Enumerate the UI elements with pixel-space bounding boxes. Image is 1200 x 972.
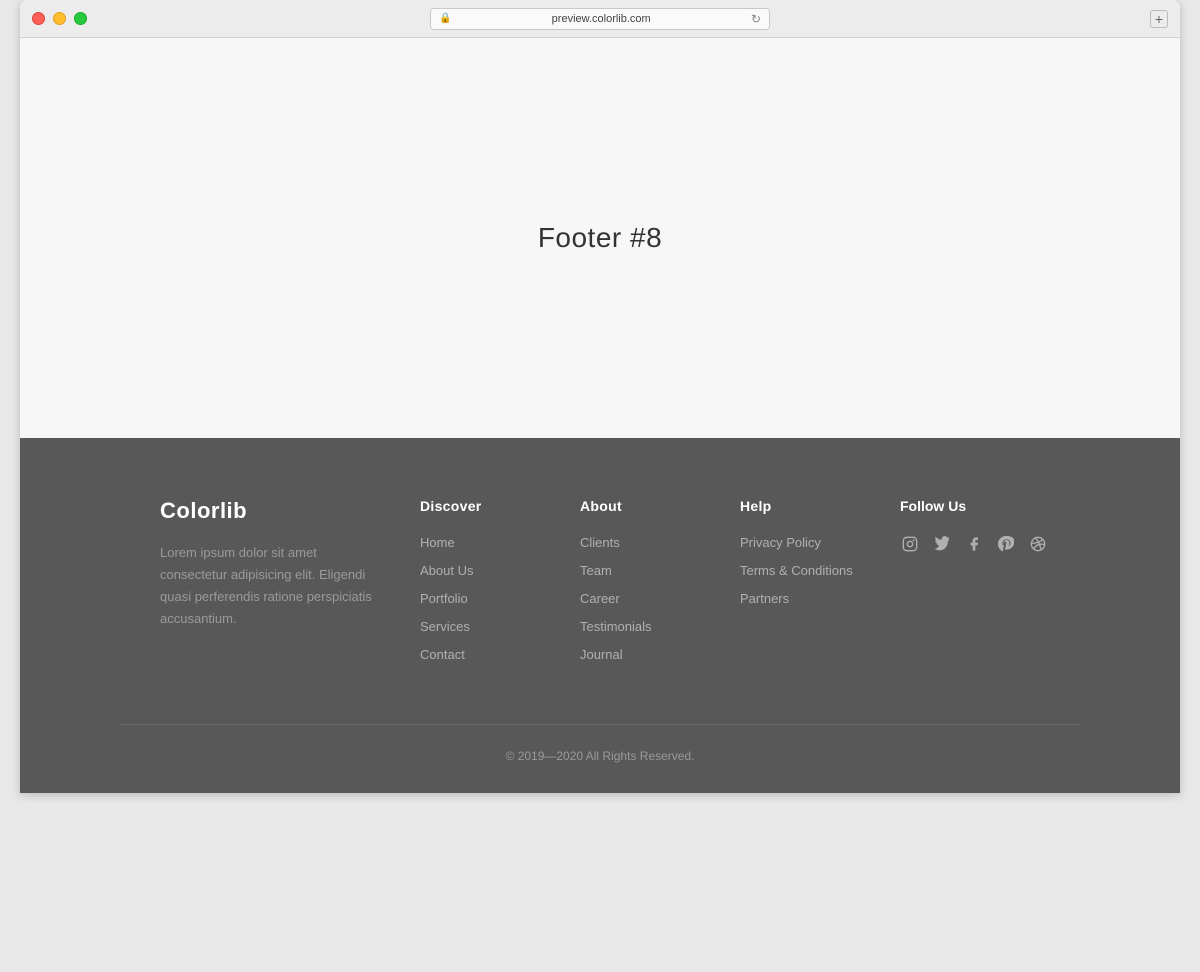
discover-links: Home About Us Portfolio Services Contact xyxy=(420,534,540,664)
browser-window: 🔒 preview.colorlib.com ↻ + Footer #8 Col… xyxy=(20,0,1180,793)
traffic-lights xyxy=(32,12,87,25)
footer-col-about: About Clients Team Career Testimonials J… xyxy=(580,498,700,664)
about-link-team[interactable]: Team xyxy=(580,563,612,578)
social-icons-row xyxy=(900,534,1048,554)
help-col-title: Help xyxy=(740,498,860,514)
copyright-text: © 2019—2020 All Rights Reserved. xyxy=(506,749,695,763)
reload-icon[interactable]: ↻ xyxy=(751,12,761,26)
address-bar[interactable]: 🔒 preview.colorlib.com ↻ xyxy=(430,8,770,30)
footer-brand: Colorlib Lorem ipsum dolor sit amet cons… xyxy=(160,498,380,664)
minimize-button[interactable] xyxy=(53,12,66,25)
about-links: Clients Team Career Testimonials Journal xyxy=(580,534,700,664)
page-title: Footer #8 xyxy=(538,222,662,254)
discover-col-title: Discover xyxy=(420,498,540,514)
discover-link-portfolio[interactable]: Portfolio xyxy=(420,591,468,606)
lock-icon: 🔒 xyxy=(439,13,451,24)
dribbble-icon[interactable] xyxy=(1028,534,1048,554)
url-display: preview.colorlib.com xyxy=(457,13,744,25)
close-button[interactable] xyxy=(32,12,45,25)
pinterest-icon[interactable] xyxy=(996,534,1016,554)
help-link-terms[interactable]: Terms & Conditions xyxy=(740,563,853,578)
maximize-button[interactable] xyxy=(74,12,87,25)
footer: Colorlib Lorem ipsum dolor sit amet cons… xyxy=(20,438,1180,793)
footer-copyright: © 2019—2020 All Rights Reserved. xyxy=(20,725,1180,793)
new-tab-button[interactable]: + xyxy=(1150,10,1168,28)
footer-col-discover: Discover Home About Us Portfolio Service… xyxy=(420,498,540,664)
follow-col-title: Follow Us xyxy=(900,498,1048,514)
help-links: Privacy Policy Terms & Conditions Partne… xyxy=(740,534,860,608)
about-col-title: About xyxy=(580,498,700,514)
twitter-icon[interactable] xyxy=(932,534,952,554)
about-link-clients[interactable]: Clients xyxy=(580,535,620,550)
about-link-journal[interactable]: Journal xyxy=(580,647,623,662)
about-link-career[interactable]: Career xyxy=(580,591,620,606)
facebook-icon[interactable] xyxy=(964,534,984,554)
page-content-area: Footer #8 xyxy=(20,38,1180,438)
discover-link-contact[interactable]: Contact xyxy=(420,647,465,662)
help-link-privacy[interactable]: Privacy Policy xyxy=(740,535,821,550)
browser-titlebar: 🔒 preview.colorlib.com ↻ + xyxy=(20,0,1180,38)
discover-link-about[interactable]: About Us xyxy=(420,563,473,578)
discover-link-services[interactable]: Services xyxy=(420,619,470,634)
footer-main: Colorlib Lorem ipsum dolor sit amet cons… xyxy=(120,498,1080,724)
help-link-partners[interactable]: Partners xyxy=(740,591,789,606)
footer-col-help: Help Privacy Policy Terms & Conditions P… xyxy=(740,498,860,664)
instagram-icon[interactable] xyxy=(900,534,920,554)
about-link-testimonials[interactable]: Testimonials xyxy=(580,619,652,634)
footer-description: Lorem ipsum dolor sit amet consectetur a… xyxy=(160,542,380,630)
footer-logo: Colorlib xyxy=(160,498,380,524)
footer-col-follow: Follow Us xyxy=(900,498,1048,664)
discover-link-home[interactable]: Home xyxy=(420,535,455,550)
